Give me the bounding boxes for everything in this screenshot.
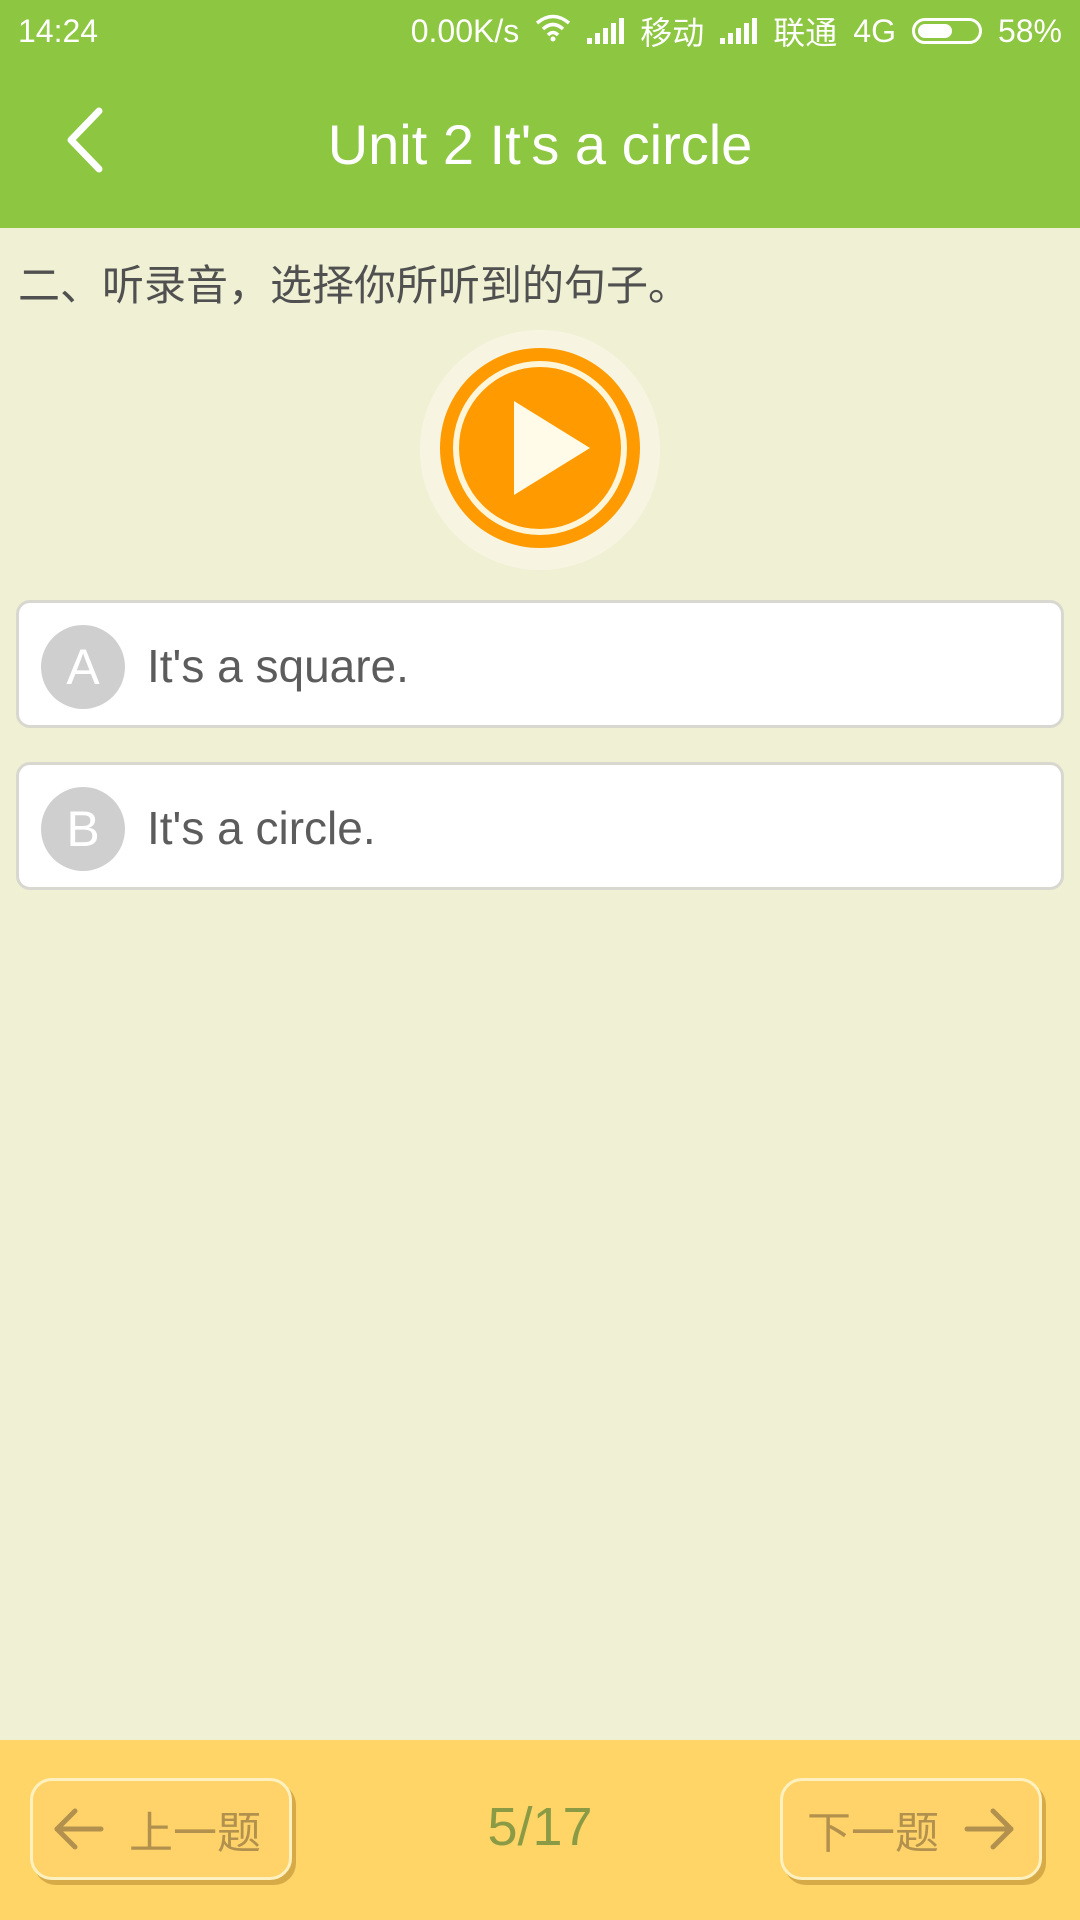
network-type: 4G: [853, 12, 896, 49]
wifi-icon: [535, 13, 571, 50]
battery-percent: 58%: [997, 12, 1062, 49]
next-label: 下一题: [807, 1808, 939, 1859]
page-title: Unit 2 It's a circle: [327, 113, 753, 176]
question-progress: 5/17: [487, 1797, 593, 1857]
bottom-navigation: 上一题 5/17 下一题: [0, 1740, 1080, 1920]
arrow-left-icon: [51, 1807, 105, 1851]
option-letter-badge: A: [41, 625, 125, 709]
app-bar: Unit 2 It's a circle: [0, 62, 1080, 228]
carrier-1: 移动: [640, 15, 705, 51]
signal-icon: [720, 18, 758, 44]
previous-label: 上一题: [129, 1808, 261, 1859]
option-text: It's a square.: [147, 640, 409, 692]
battery-icon: [911, 18, 982, 44]
chevron-left-icon: [63, 105, 107, 179]
back-button[interactable]: [50, 102, 120, 182]
carrier-2: 联通: [773, 15, 838, 51]
signal-icon: [587, 18, 625, 44]
status-time: 14:24: [18, 12, 99, 49]
net-speed: 0.00K/s: [410, 12, 520, 49]
play-icon: [438, 346, 642, 554]
status-bar: 14:24 0.00K/s 移动 联通 4G 58%: [0, 0, 1080, 62]
option-text: It's a circle.: [147, 802, 376, 854]
option-a[interactable]: A It's a square.: [16, 600, 1064, 728]
status-indicators: 0.00K/s 移动 联通 4G 58%: [411, 8, 1062, 54]
next-question-button[interactable]: 下一题: [780, 1778, 1042, 1880]
option-b[interactable]: B It's a circle.: [16, 762, 1064, 890]
play-audio-button[interactable]: [420, 330, 660, 570]
previous-question-button[interactable]: 上一题: [30, 1778, 292, 1880]
question-text: 二、听录音，选择你所听到的句子。: [18, 261, 691, 310]
option-letter-badge: B: [41, 787, 125, 871]
arrow-right-icon: [963, 1807, 1017, 1851]
battery-fill: [917, 24, 952, 38]
